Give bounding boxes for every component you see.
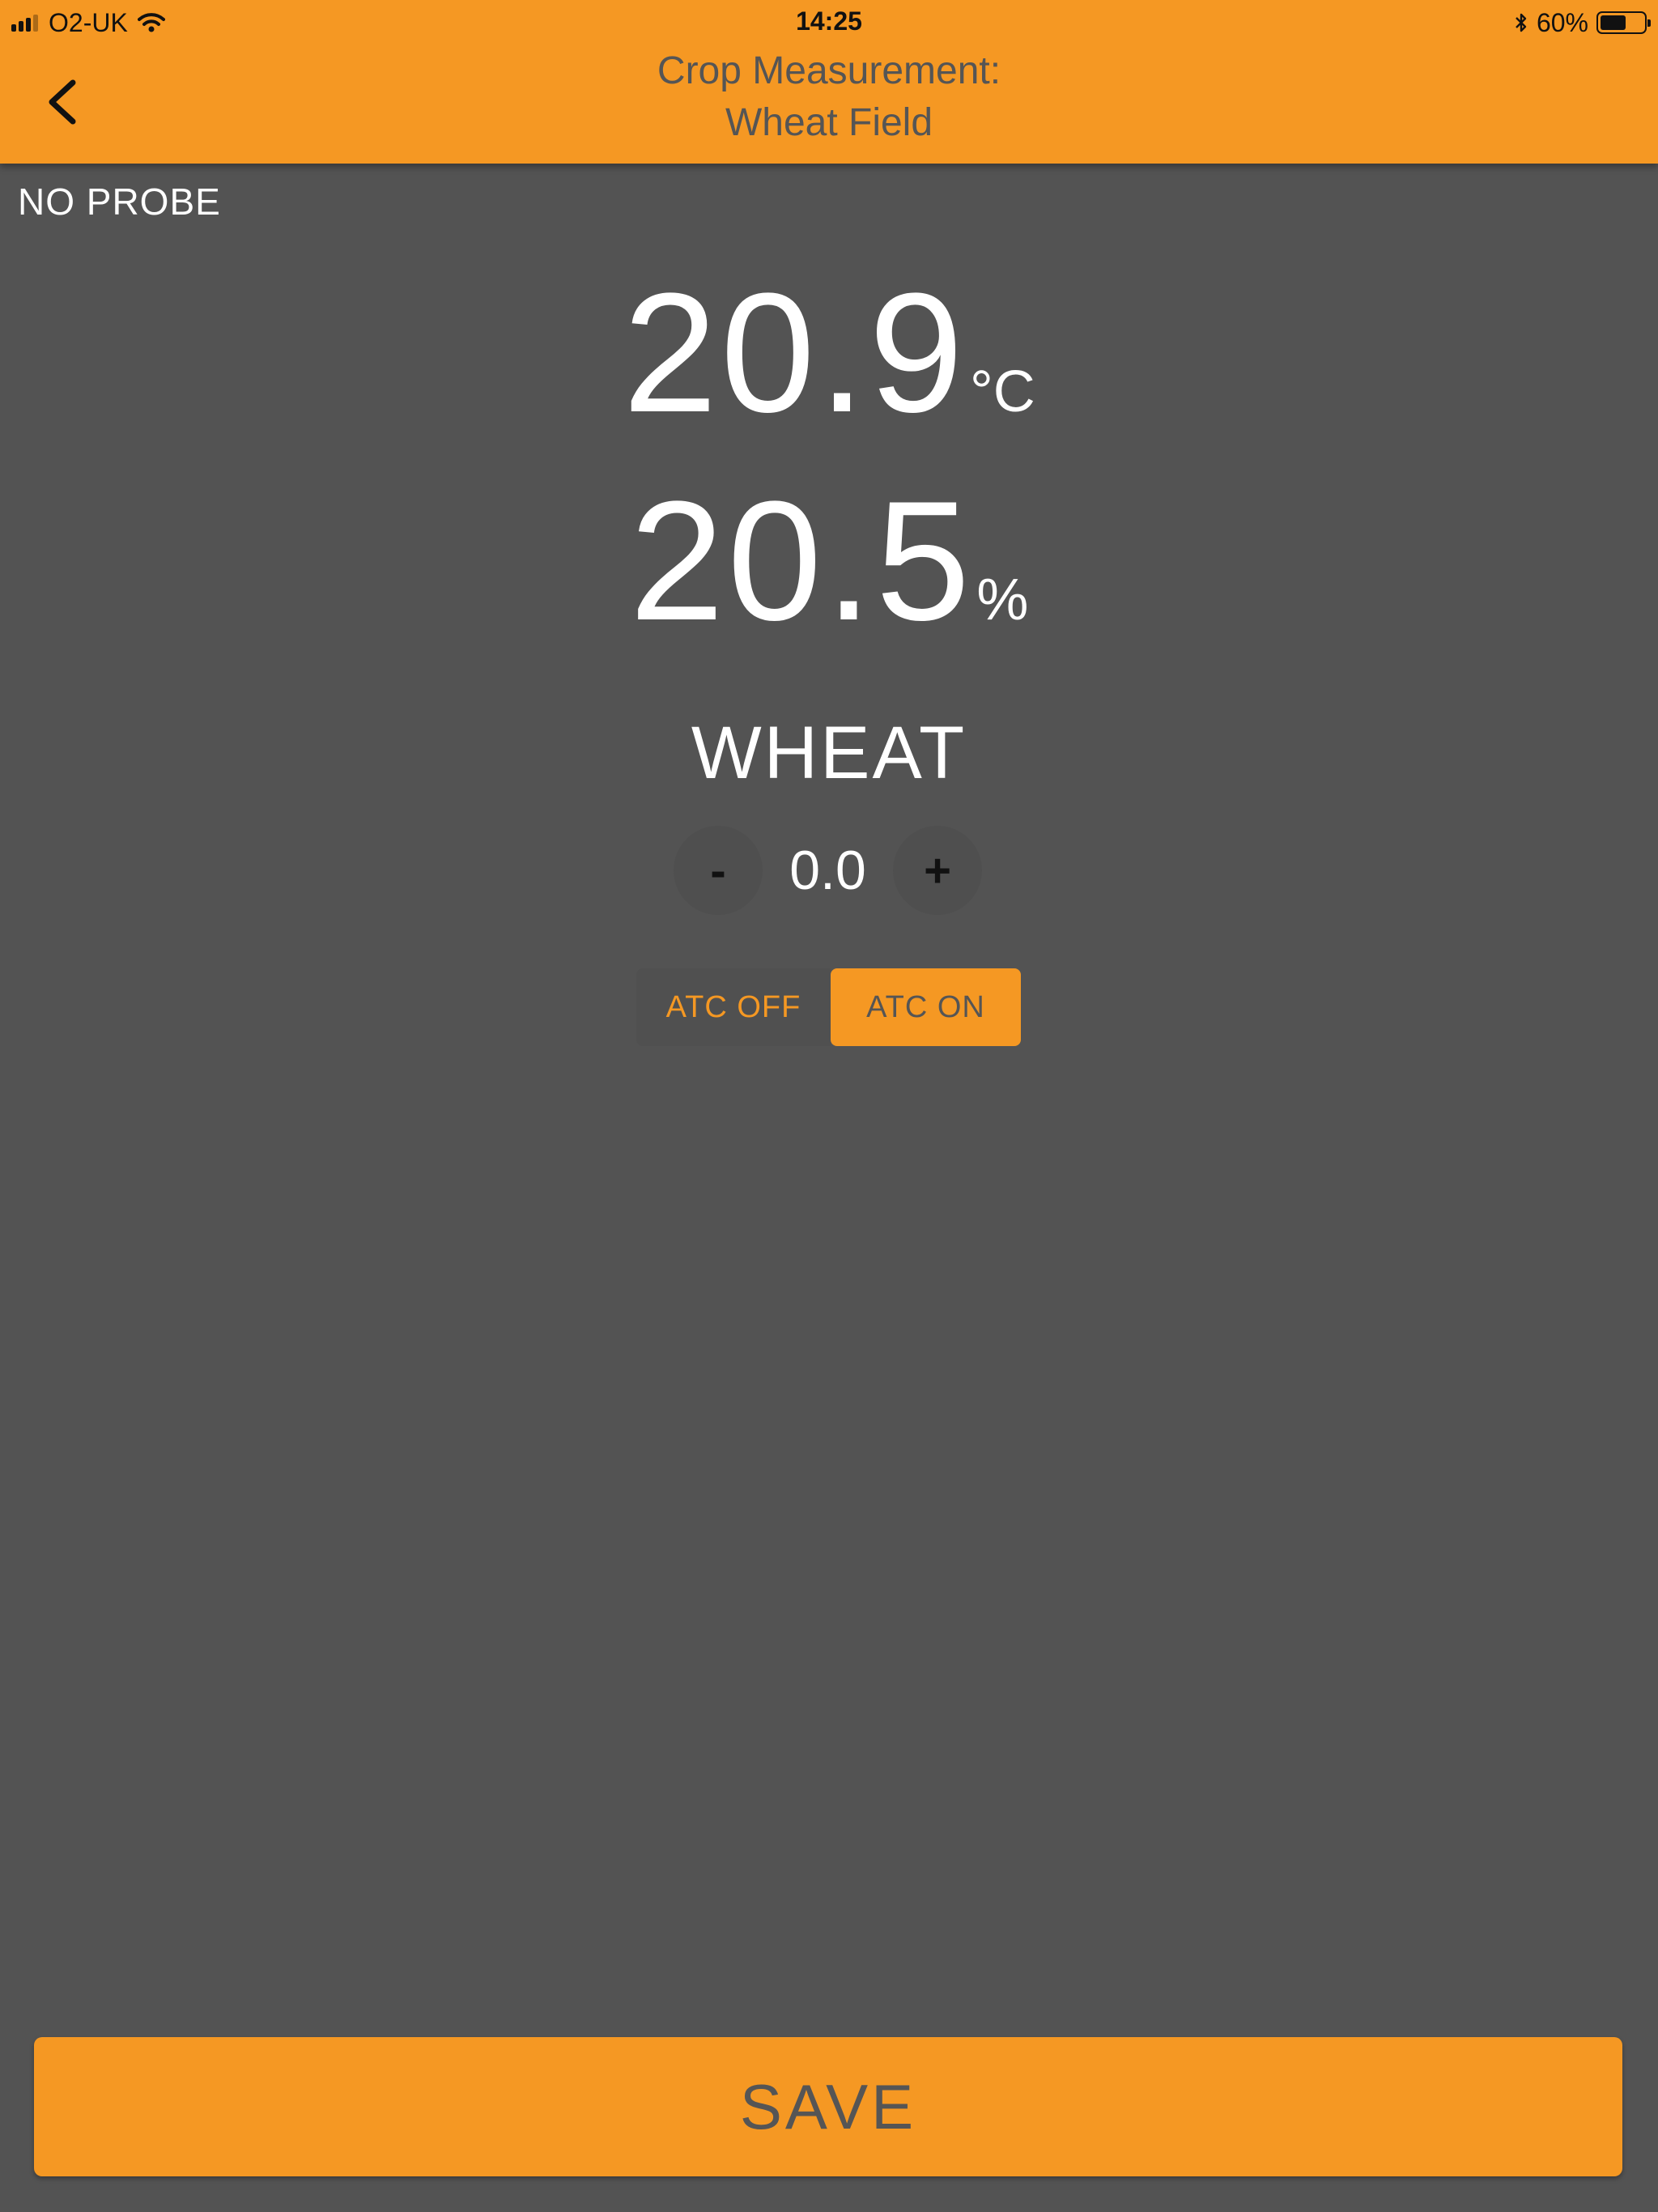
temperature-reading: 20.9°C — [0, 255, 1658, 451]
page-title: Crop Measurement: Wheat Field — [162, 45, 1496, 149]
temperature-value: 20.9 — [623, 257, 967, 448]
atc-on-button[interactable]: ATC ON — [831, 968, 1021, 1046]
back-button[interactable] — [32, 73, 91, 131]
atc-off-button[interactable]: ATC OFF — [636, 968, 831, 1046]
status-bar: O2-UK 14:25 60% — [0, 0, 1658, 45]
save-button[interactable]: SAVE — [34, 2037, 1622, 2176]
status-time: 14:25 — [796, 6, 862, 36]
status-right: 60% — [1514, 6, 1651, 39]
offset-stepper: - 0.0 + — [0, 826, 1658, 915]
battery-level-fill — [1601, 15, 1626, 30]
probe-status: NO PROBE — [18, 181, 221, 223]
increment-button[interactable]: + — [893, 826, 982, 915]
bluetooth-icon — [1514, 11, 1528, 34]
crop-name: WHEAT — [691, 712, 967, 794]
chevron-left-icon — [49, 79, 76, 125]
decrement-button[interactable]: - — [674, 826, 763, 915]
page-title-line2: Wheat Field — [725, 101, 933, 144]
offset-value: 0.0 — [789, 840, 866, 901]
battery-percent: 60% — [1536, 7, 1588, 37]
battery-icon — [1596, 11, 1651, 34]
moisture-unit: % — [976, 568, 1029, 632]
moisture-value: 20.5 — [629, 466, 974, 656]
moisture-reading: 20.5% — [0, 463, 1658, 659]
atc-toggle: ATC OFF ATC ON — [636, 968, 1021, 1046]
temperature-unit: °C — [969, 359, 1035, 424]
app-header: O2-UK 14:25 60% Crop Measurement: Wheat … — [0, 0, 1658, 164]
page-title-line1: Crop Measurement: — [657, 49, 1001, 92]
battery-cap — [1647, 19, 1651, 27]
